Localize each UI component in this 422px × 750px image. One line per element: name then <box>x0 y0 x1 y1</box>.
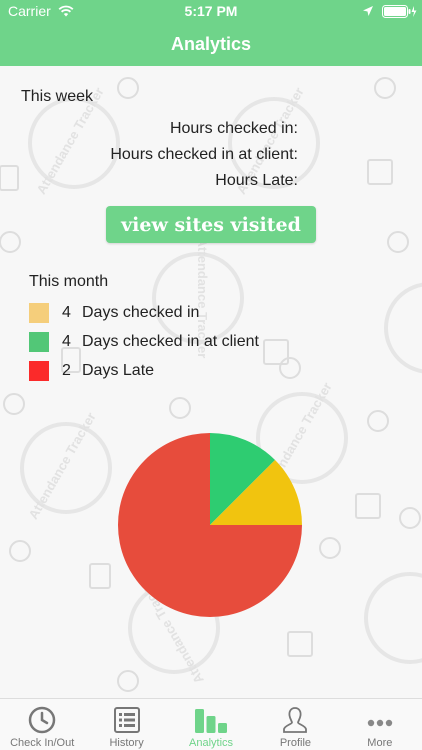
tab-label: Analytics <box>189 737 234 749</box>
hours-checked-in-client-label: Hours checked in at client: <box>110 146 298 163</box>
legend-count: 2 <box>62 361 71 379</box>
nav-header: Carrier 5:17 PM Analytics <box>0 0 422 66</box>
tab-label: More <box>367 737 393 749</box>
legend-count: 4 <box>62 332 71 350</box>
page-title: Analytics <box>170 34 252 54</box>
watermark-text: Attendance Tracker <box>25 410 98 522</box>
legend-swatch-late <box>29 360 49 381</box>
battery-icon <box>382 5 418 21</box>
clock-time: 5:17 PM <box>184 3 238 19</box>
legend-item: 4 Days checked in <box>29 298 259 327</box>
week-stats: Hours checked in: Hours checked in at cl… <box>110 116 298 194</box>
hours-late-label: Hours Late: <box>215 172 298 189</box>
more-icon <box>367 719 393 727</box>
legend-count: 4 <box>62 303 71 321</box>
tab-profile[interactable]: Profile <box>253 699 337 750</box>
tab-bar: Check In/Out History Analytics Profile M… <box>0 698 422 750</box>
tab-history[interactable]: History <box>84 699 168 750</box>
tab-label: History <box>109 737 144 749</box>
week-section-title: This week <box>21 88 94 105</box>
legend-label: Days checked in <box>82 303 200 321</box>
bar-chart-icon <box>195 709 228 733</box>
monthly-pie-chart <box>118 433 302 617</box>
hours-checked-in-label: Hours checked in: <box>169 120 298 137</box>
clock-icon <box>28 706 56 734</box>
view-sites-visited-button[interactable]: view sites visited <box>106 206 316 243</box>
tab-check-in-out[interactable]: Check In/Out <box>0 699 84 750</box>
list-icon <box>113 707 140 733</box>
legend-swatch-checked-in-client <box>29 331 49 352</box>
legend-label: Days Late <box>82 361 155 379</box>
legend-item: 2 Days Late <box>29 356 259 385</box>
legend-label: Days checked in at client <box>82 332 259 350</box>
month-section-title: This month <box>29 273 109 290</box>
legend-swatch-checked-in <box>29 302 49 323</box>
tab-more[interactable]: More <box>338 699 422 750</box>
month-legend: 4 Days checked in 4 Days checked in at c… <box>29 298 259 385</box>
status-bar: Carrier 5:17 PM <box>0 0 422 22</box>
legend-item: 4 Days checked in at client <box>29 327 259 356</box>
tab-label: Profile <box>279 737 312 749</box>
tab-label: Check In/Out <box>10 737 75 749</box>
tab-analytics[interactable]: Analytics <box>169 699 253 750</box>
location-arrow-icon <box>362 4 374 20</box>
person-icon <box>283 707 308 733</box>
